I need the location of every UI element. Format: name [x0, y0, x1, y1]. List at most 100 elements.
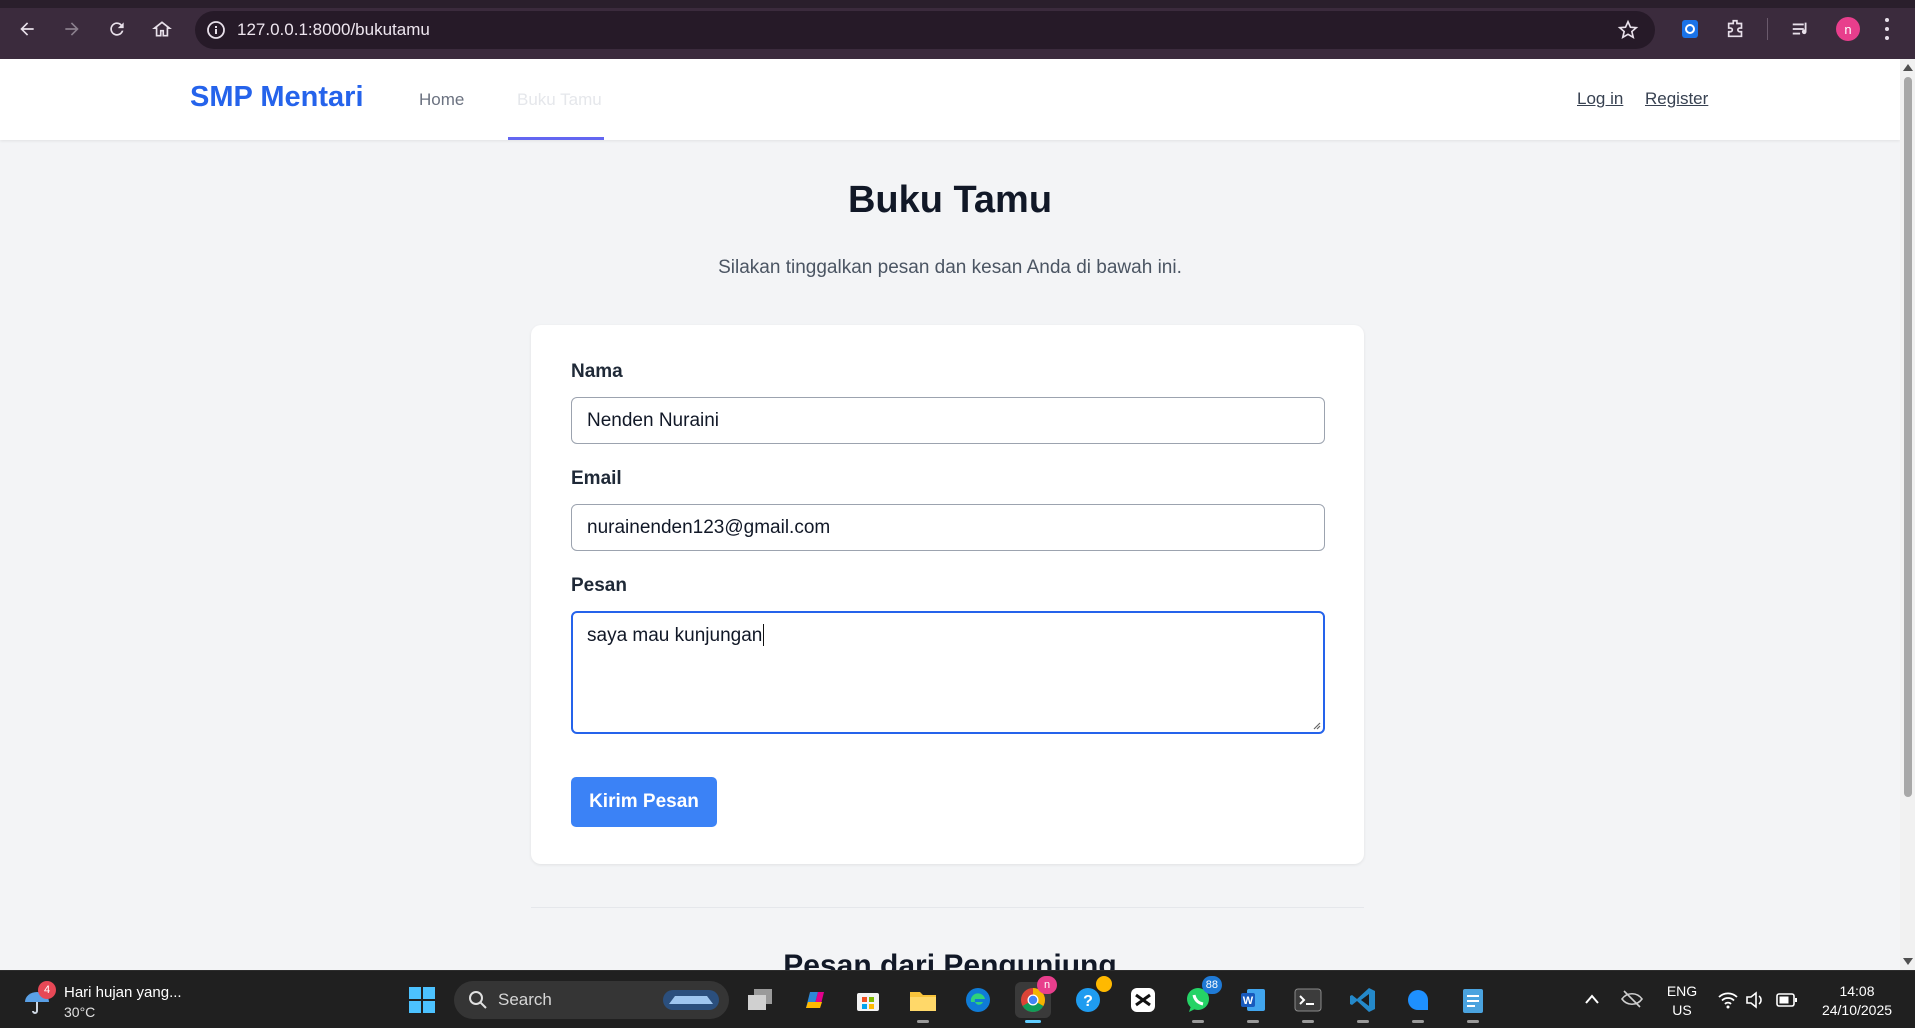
name-label: Nama: [571, 361, 623, 382]
browser-menu-icon[interactable]: [1884, 18, 1890, 40]
reading-list-icon[interactable]: [1788, 16, 1814, 42]
chrome-profile-badge: n: [1037, 976, 1057, 994]
profile-avatar[interactable]: n: [1836, 17, 1860, 41]
running-indicator: [1247, 1020, 1259, 1023]
bookmark-star-icon[interactable]: [1617, 19, 1639, 41]
weather-widget[interactable]: 4 Hari hujan yang... 30°C: [22, 981, 192, 1021]
edge-icon: [966, 988, 990, 1012]
register-link[interactable]: Register: [1645, 89, 1708, 109]
whatsapp-unread-badge: 88: [1201, 976, 1222, 994]
name-field[interactable]: Nenden Nuraini: [571, 397, 1325, 444]
volume-icon[interactable]: [1745, 990, 1765, 1010]
microsoft-store-icon: [857, 993, 879, 1011]
input-language[interactable]: ENG US: [1662, 982, 1702, 1020]
vscode-icon: [1350, 988, 1375, 1012]
copilot-app[interactable]: [796, 982, 832, 1018]
reload-icon: [110, 22, 124, 36]
resize-handle-icon[interactable]: [1311, 720, 1321, 730]
back-button[interactable]: [14, 16, 40, 42]
extensions-puzzle-icon[interactable]: [1723, 16, 1749, 42]
message-label: Pesan: [571, 575, 627, 596]
running-indicator: [1302, 1020, 1314, 1023]
capcut-icon: [1131, 988, 1155, 1012]
hidden-eye-icon[interactable]: [1621, 989, 1643, 1009]
help-icon: ?: [1076, 988, 1100, 1012]
microsoft-store-app[interactable]: [850, 982, 886, 1018]
nav-link-buku-tamu[interactable]: Buku Tamu: [517, 90, 602, 110]
task-view-icon: [748, 989, 772, 1010]
notification-dot: [1096, 976, 1112, 992]
folder-icon: [910, 992, 936, 1011]
capcut-app[interactable]: [1125, 982, 1161, 1018]
google-lens-extension-icon[interactable]: [1677, 16, 1703, 42]
notepad-icon: [1463, 989, 1483, 1013]
windows-taskbar: 4 Hari hujan yang... 30°C Search n ? 88 …: [0, 970, 1915, 1028]
running-indicator: [1192, 1020, 1204, 1023]
weather-description: Hari hujan yang...: [64, 984, 182, 1001]
clock-time: 14:08: [1839, 983, 1875, 999]
page-subtitle: Silakan tinggalkan pesan dan kesan Anda …: [718, 257, 1182, 278]
site-info-icon[interactable]: [205, 19, 227, 41]
weather-temperature: 30°C: [64, 1004, 96, 1020]
svg-text:?: ?: [1083, 993, 1093, 1010]
visitor-messages-heading: Pesan dari Pengunjung: [783, 949, 1117, 970]
home-button[interactable]: [149, 16, 175, 42]
taskbar-search[interactable]: Search: [454, 981, 729, 1019]
running-indicator: [1467, 1020, 1479, 1023]
email-value: nurainenden123@gmail.com: [587, 516, 831, 538]
clock[interactable]: 14:08 24/10/2025: [1812, 982, 1902, 1020]
svg-text:W: W: [1243, 995, 1254, 1007]
submit-button[interactable]: Kirim Pesan: [571, 777, 717, 827]
word-app[interactable]: W: [1235, 982, 1271, 1023]
email-field[interactable]: nurainenden123@gmail.com: [571, 504, 1325, 551]
help-app[interactable]: ?: [1070, 976, 1112, 1018]
language-code: ENG: [1666, 983, 1698, 999]
file-explorer-app[interactable]: [905, 982, 941, 1023]
clock-date: 24/10/2025: [1821, 1002, 1893, 1018]
app-shortcut[interactable]: [1400, 982, 1436, 1023]
page-scrollbar[interactable]: [1900, 59, 1915, 970]
windows-start-button[interactable]: [404, 982, 440, 1018]
forward-arrow-icon: [65, 22, 79, 36]
task-view-app[interactable]: [742, 982, 778, 1018]
wifi-icon[interactable]: [1718, 991, 1738, 1009]
message-value: saya mau kunjungan: [587, 625, 763, 646]
app-icon: [1408, 990, 1428, 1010]
site-brand[interactable]: SMP Mentari: [190, 81, 364, 114]
terminal-app[interactable]: [1290, 982, 1326, 1023]
weather-badge: 4: [38, 981, 56, 999]
scroll-down-icon[interactable]: [1903, 958, 1913, 965]
notepad-app[interactable]: [1455, 982, 1491, 1023]
scrollbar-thumb[interactable]: [1904, 77, 1912, 797]
login-link[interactable]: Log in: [1577, 89, 1623, 109]
nav-link-home[interactable]: Home: [419, 90, 464, 110]
address-bar[interactable]: 127.0.0.1:8000/bukutamu: [195, 11, 1655, 49]
battery-icon[interactable]: [1776, 992, 1798, 1008]
terminal-icon: [1294, 988, 1322, 1012]
vscode-app[interactable]: [1345, 982, 1381, 1023]
edge-app[interactable]: [960, 982, 996, 1018]
search-label: Search: [498, 990, 552, 1009]
running-indicator: [1025, 1020, 1041, 1023]
toolbar-divider: [1767, 18, 1768, 40]
message-textarea[interactable]: saya mau kunjungan: [571, 611, 1325, 734]
scroll-up-icon[interactable]: [1903, 64, 1913, 71]
reload-button[interactable]: [104, 16, 130, 42]
running-indicator: [1412, 1020, 1424, 1023]
forward-button[interactable]: [59, 16, 85, 42]
email-label: Email: [571, 468, 622, 489]
search-highlight-icon: [663, 990, 719, 1010]
back-arrow-icon: [20, 22, 34, 36]
running-indicator: [917, 1020, 929, 1023]
chevron-up-icon[interactable]: [1584, 993, 1600, 1005]
web-page: SMP Mentari Home Buku Tamu Log in Regist…: [0, 59, 1900, 970]
running-indicator: [1357, 1020, 1369, 1023]
chrome-app[interactable]: n: [1015, 976, 1057, 1023]
guestbook-form-card: Nama Nenden Nuraini Email nurainenden123…: [531, 325, 1364, 864]
text-caret: [763, 624, 765, 646]
whatsapp-app[interactable]: 88: [1180, 976, 1222, 1023]
word-icon: W: [1241, 989, 1265, 1011]
home-icon: [152, 21, 172, 37]
active-nav-indicator: [508, 137, 604, 140]
name-value: Nenden Nuraini: [587, 409, 720, 431]
